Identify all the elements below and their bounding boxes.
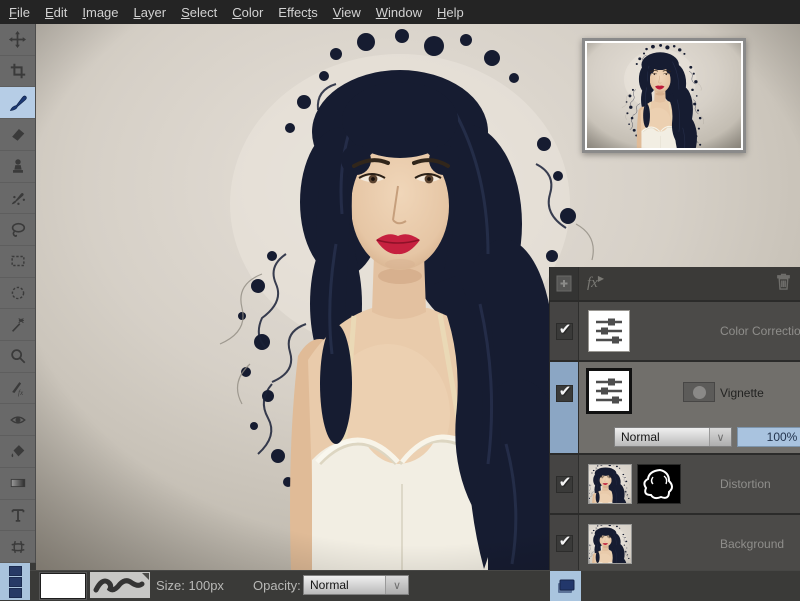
layers-panel: fx ▶ ✔ Color Correction ✔ xyxy=(549,267,800,570)
layers-panel-header: fx ▶ xyxy=(550,267,800,302)
brush-stroke-icon xyxy=(90,572,150,598)
menu-layer[interactable]: Layer xyxy=(134,5,167,20)
ellipse-marquee-tool[interactable] xyxy=(0,278,35,310)
menu-select[interactable]: Select xyxy=(181,5,217,20)
tool-palette: fx xyxy=(0,24,36,563)
trash-icon xyxy=(775,272,792,291)
chevron-down-icon: ∨ xyxy=(385,576,408,594)
layer-row-distortion[interactable]: ✔ Distortion xyxy=(550,455,800,515)
layer-name: Color Correction xyxy=(720,324,800,338)
navigator-preview xyxy=(585,41,743,150)
effect-pen-tool[interactable]: fx xyxy=(0,373,35,405)
options-bar: Size: 100px Opacity: 100% Normal ∨ xyxy=(30,570,800,600)
layer-visibility-checkbox[interactable]: ✔ xyxy=(556,535,573,552)
layer-effects-button[interactable]: fx ▶ xyxy=(587,275,604,292)
menu-window[interactable]: Window xyxy=(376,5,422,20)
logo-block xyxy=(9,566,22,576)
check-icon: ✔ xyxy=(559,475,572,490)
clone-stamp-tool[interactable] xyxy=(0,151,35,183)
layer-row-vignette[interactable]: ✔ Vignette Normal ∨ 100% xyxy=(550,362,800,455)
distortion-mask-icon xyxy=(638,465,680,503)
menu-help[interactable]: Help xyxy=(437,5,464,20)
brush-blend-mode-select[interactable]: Normal ∨ xyxy=(303,575,409,595)
menu-color[interactable]: Color xyxy=(232,5,263,20)
brush-size-value: Size: 100px xyxy=(156,578,224,593)
fx-arrow-icon: ▶ xyxy=(598,274,604,283)
layers-panel-toggle[interactable] xyxy=(550,571,581,601)
add-layer-button[interactable] xyxy=(550,267,579,300)
layer-row-color-correction[interactable]: ✔ Color Correction xyxy=(550,302,800,362)
layer-visibility-checkbox[interactable]: ✔ xyxy=(556,476,573,493)
brush-tool[interactable] xyxy=(0,87,35,119)
layer-mask-thumbnail[interactable] xyxy=(683,382,715,402)
svg-text:fx: fx xyxy=(18,389,24,397)
check-icon: ✔ xyxy=(559,322,572,337)
crop-tool[interactable] xyxy=(0,56,35,88)
adjustment-thumbnail[interactable] xyxy=(588,310,630,352)
zoom-tool[interactable] xyxy=(0,341,35,373)
lasso-tool[interactable] xyxy=(0,214,35,246)
rect-marquee-tool[interactable] xyxy=(0,246,35,278)
fx-icon: fx xyxy=(587,275,598,292)
blend-mode-value: Normal xyxy=(615,430,709,444)
red-eye-tool[interactable] xyxy=(0,404,35,436)
color-swatch[interactable] xyxy=(40,573,86,599)
navigator-panel[interactable] xyxy=(582,38,746,153)
vignette-mask-icon xyxy=(693,386,706,399)
check-icon: ✔ xyxy=(559,384,572,399)
blend-mode-select[interactable]: Normal ∨ xyxy=(614,427,732,447)
layer-visibility-checkbox[interactable]: ✔ xyxy=(556,385,573,402)
layer-mask-thumbnail[interactable] xyxy=(637,464,681,504)
brush-blend-mode-value: Normal xyxy=(304,578,385,592)
menu-view[interactable]: View xyxy=(333,5,361,20)
adjustment-thumbnail[interactable] xyxy=(586,368,632,414)
layer-thumbnail[interactable] xyxy=(588,464,632,504)
paint-bucket-tool[interactable] xyxy=(0,436,35,468)
layer-name: Background xyxy=(720,537,784,551)
layer-row-background[interactable]: ✔ Background xyxy=(550,515,800,574)
layer-opacity-value: 100% xyxy=(767,430,798,444)
menu-edit[interactable]: Edit xyxy=(45,5,67,20)
menu-effects[interactable]: Effects xyxy=(278,5,318,20)
app-logo[interactable] xyxy=(0,563,30,600)
chevron-down-icon: ∨ xyxy=(709,428,731,446)
logo-block xyxy=(9,588,22,598)
layer-name: Distortion xyxy=(720,477,771,491)
move-tool[interactable] xyxy=(0,24,35,56)
text-tool[interactable] xyxy=(0,500,35,532)
brush-preview[interactable] xyxy=(90,572,150,598)
layer-thumbnail[interactable] xyxy=(588,524,632,564)
logo-block xyxy=(9,577,22,587)
layer-name: Vignette xyxy=(720,386,764,400)
eraser-tool[interactable] xyxy=(0,119,35,151)
layers-icon xyxy=(555,575,577,597)
gradient-tool[interactable] xyxy=(0,468,35,500)
magic-wand-tool[interactable] xyxy=(0,309,35,341)
check-icon: ✔ xyxy=(559,534,572,549)
add-layer-icon xyxy=(554,273,574,294)
splatter-brush-tool[interactable] xyxy=(0,183,35,215)
menu-image[interactable]: Image xyxy=(82,5,118,20)
popup-corner-icon xyxy=(142,573,149,580)
layer-opacity-slider[interactable]: 100% xyxy=(737,427,800,447)
menu-bar: File Edit Image Layer Select Color Effects View… xyxy=(0,0,800,24)
layer-visibility-checkbox[interactable]: ✔ xyxy=(556,323,573,340)
menu-file[interactable]: File xyxy=(9,5,30,20)
warp-tool[interactable] xyxy=(0,531,35,563)
delete-layer-button[interactable] xyxy=(775,272,792,296)
